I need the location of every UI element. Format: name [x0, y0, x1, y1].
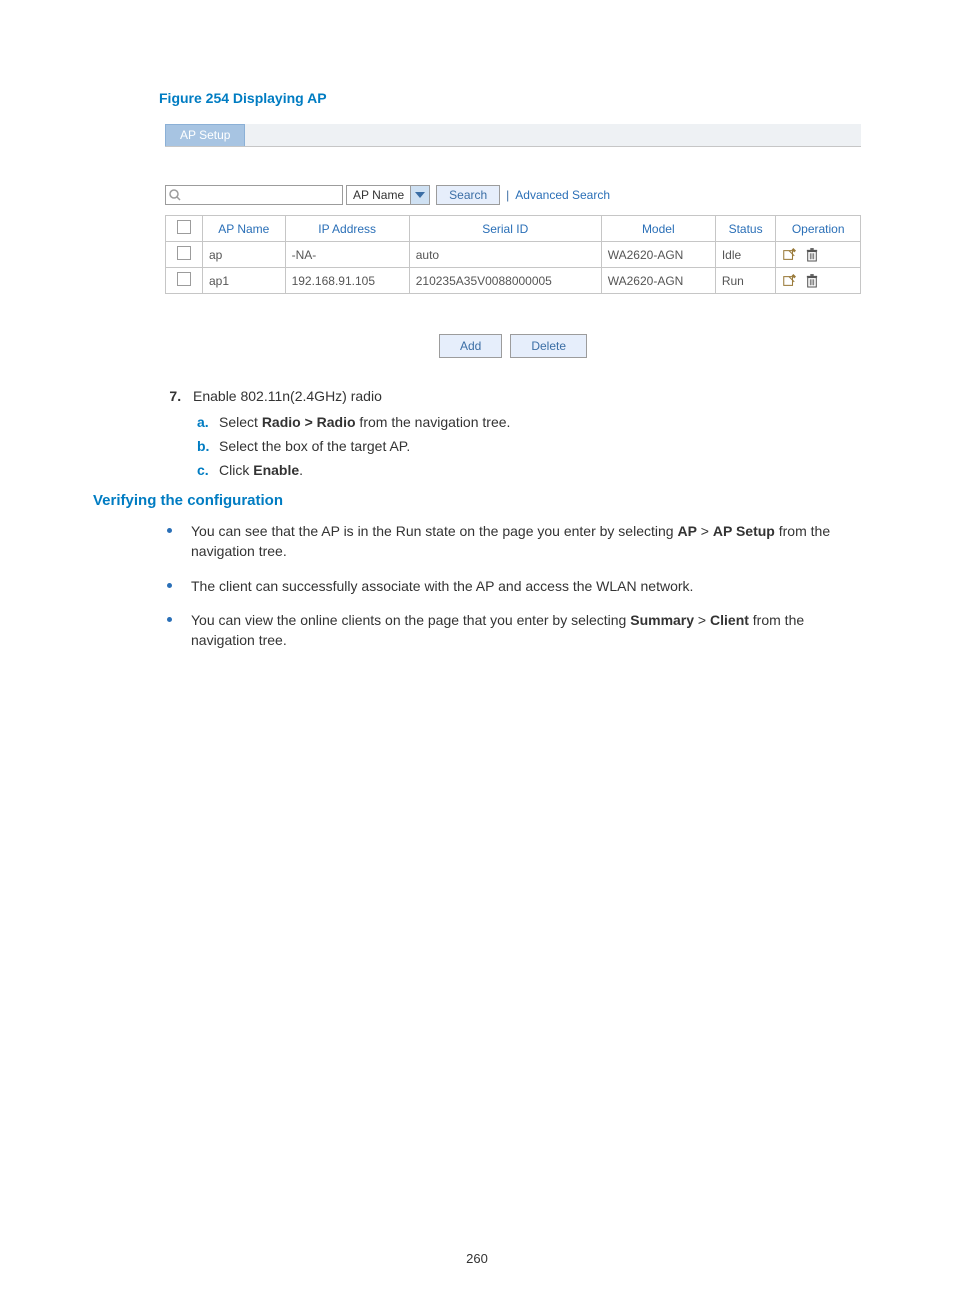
- section-heading-verify: Verifying the configuration: [93, 492, 861, 509]
- bullet-1-b2: AP Setup: [713, 523, 775, 539]
- chevron-down-icon: [410, 186, 429, 204]
- edit-icon[interactable]: [782, 274, 796, 288]
- bullet-1-b1: AP: [677, 523, 696, 539]
- step-7-title: Enable 802.11n(2.4GHz) radio: [193, 388, 382, 404]
- substep-c-pre: Click: [219, 462, 253, 478]
- add-button[interactable]: Add: [439, 334, 502, 358]
- bullet-1-pre: You can see that the AP is in the Run st…: [191, 523, 677, 539]
- row-checkbox[interactable]: [177, 272, 191, 286]
- cell-serial: 210235A35V0088000005: [409, 268, 601, 294]
- substep-b-label: b.: [197, 438, 219, 454]
- col-model[interactable]: Model: [601, 216, 715, 242]
- substep-a-post: from the navigation tree.: [356, 414, 511, 430]
- search-button[interactable]: Search: [436, 185, 500, 205]
- delete-button[interactable]: Delete: [510, 334, 587, 358]
- cell-operation: [776, 242, 861, 268]
- substep-b: b. Select the box of the target AP.: [197, 438, 861, 454]
- step-list: Enable 802.11n(2.4GHz) radio a. Select R…: [93, 388, 861, 478]
- search-row: AP Name Search | Advanced Search: [165, 185, 861, 205]
- cell-ap-name: ap1: [203, 268, 286, 294]
- substep-a: a. Select Radio > Radio from the navigat…: [197, 414, 861, 430]
- dropdown-value: AP Name: [347, 188, 410, 202]
- substep-a-label: a.: [197, 414, 219, 430]
- table-row: ap -NA- auto WA2620-AGN Idle: [166, 242, 861, 268]
- cell-operation: [776, 268, 861, 294]
- col-ip[interactable]: IP Address: [285, 216, 409, 242]
- row-checkbox[interactable]: [177, 246, 191, 260]
- ap-table: AP Name IP Address Serial ID Model Statu…: [165, 215, 861, 294]
- cell-ip: 192.168.91.105: [285, 268, 409, 294]
- bullet-3-pre: You can view the online clients on the p…: [191, 612, 630, 628]
- substep-c-bold: Enable: [253, 462, 299, 478]
- search-input[interactable]: [165, 185, 343, 205]
- substep-a-pre: Select: [219, 414, 262, 430]
- bullet-3-b2: Client: [710, 612, 749, 628]
- bullet-1-mid: >: [697, 523, 713, 539]
- trash-icon[interactable]: [806, 248, 820, 262]
- col-ap-name[interactable]: AP Name: [203, 216, 286, 242]
- cell-status: Idle: [715, 242, 776, 268]
- select-all-checkbox[interactable]: [177, 220, 191, 234]
- substep-c-label: c.: [197, 462, 219, 478]
- col-status[interactable]: Status: [715, 216, 776, 242]
- tab-ap-setup[interactable]: AP Setup: [165, 124, 245, 146]
- step-7: Enable 802.11n(2.4GHz) radio a. Select R…: [185, 388, 861, 478]
- tabs-row: AP Setup: [165, 124, 861, 147]
- cell-serial: auto: [409, 242, 601, 268]
- col-serial[interactable]: Serial ID: [409, 216, 601, 242]
- advanced-search-link[interactable]: Advanced Search: [515, 188, 610, 202]
- step-7-substeps: a. Select Radio > Radio from the navigat…: [193, 414, 861, 478]
- bullet-3: You can view the online clients on the p…: [167, 610, 861, 651]
- action-buttons: Add Delete: [165, 334, 861, 358]
- bullet-2: The client can successfully associate wi…: [167, 576, 861, 596]
- separator: |: [506, 188, 509, 202]
- page-number: 260: [0, 1251, 954, 1266]
- table-row: ap1 192.168.91.105 210235A35V0088000005 …: [166, 268, 861, 294]
- verify-bullets: You can see that the AP is in the Run st…: [93, 521, 861, 650]
- figure-caption: Figure 254 Displaying AP: [159, 90, 861, 106]
- bullet-3-b1: Summary: [630, 612, 694, 628]
- substep-c: c. Click Enable.: [197, 462, 861, 478]
- edit-icon[interactable]: [782, 248, 796, 262]
- cell-ap-name: ap: [203, 242, 286, 268]
- ap-setup-panel: AP Setup AP Name Search | Advanced Searc…: [165, 124, 861, 358]
- bullet-1: You can see that the AP is in the Run st…: [167, 521, 861, 562]
- search-icon: [168, 188, 182, 202]
- cell-status: Run: [715, 268, 776, 294]
- col-operation[interactable]: Operation: [776, 216, 861, 242]
- substep-a-bold: Radio > Radio: [262, 414, 356, 430]
- substep-c-post: .: [299, 462, 303, 478]
- cell-ip: -NA-: [285, 242, 409, 268]
- search-field-dropdown[interactable]: AP Name: [346, 185, 430, 205]
- bullet-3-mid: >: [694, 612, 710, 628]
- cell-model: WA2620-AGN: [601, 242, 715, 268]
- cell-model: WA2620-AGN: [601, 268, 715, 294]
- trash-icon[interactable]: [806, 274, 820, 288]
- substep-b-text: Select the box of the target AP.: [219, 438, 410, 454]
